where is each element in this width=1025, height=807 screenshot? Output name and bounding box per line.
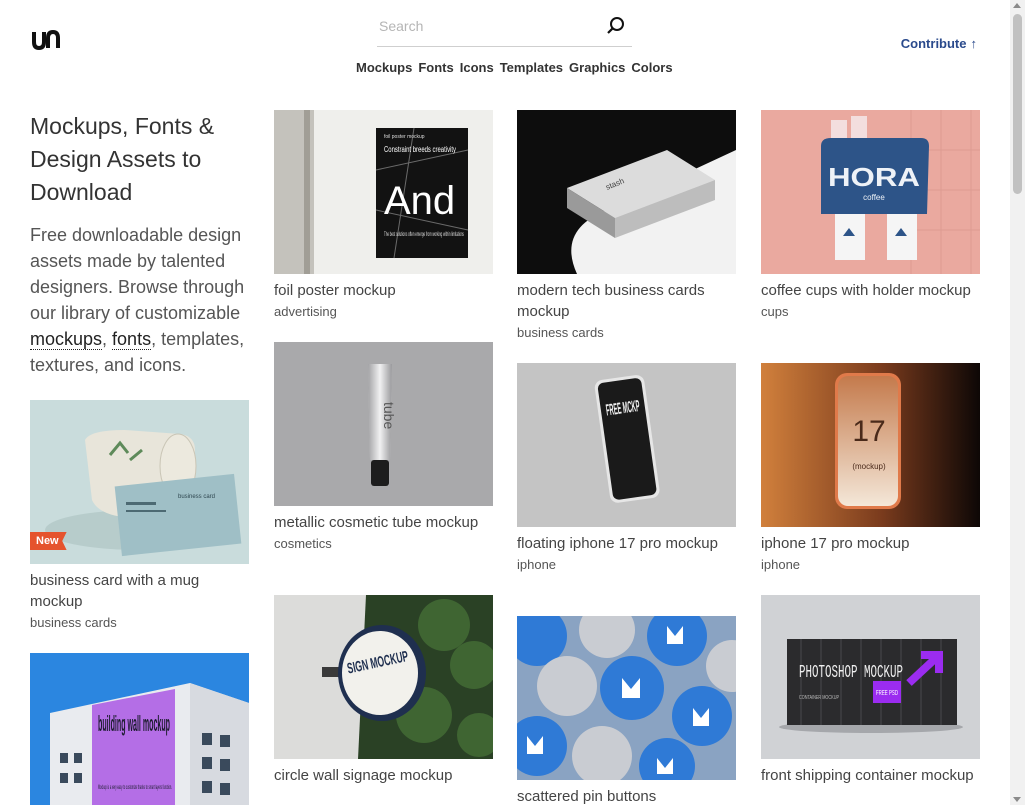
site-logo[interactable] (32, 28, 60, 52)
card-title[interactable]: business card with a mug mockup (30, 570, 249, 612)
phone-number: 17 (852, 415, 885, 448)
page-title: Mockups, Fonts & Design Assets to Downlo… (30, 113, 215, 205)
cup-brand: HORA (828, 162, 920, 192)
card-title[interactable]: floating iphone 17 pro mockup (517, 533, 736, 554)
nav-graphics[interactable]: Graphics (569, 60, 625, 75)
card-title[interactable]: metallic cosmetic tube mockup (274, 512, 493, 533)
mug-card-text: business card (178, 494, 215, 500)
card-thumbnail[interactable]: foil poster mockup Constraint breeds cre… (274, 110, 493, 274)
scroll-up-icon[interactable] (1013, 3, 1021, 8)
scroll-down-icon[interactable] (1013, 797, 1021, 802)
hero-comma: , (102, 329, 113, 349)
card-title[interactable]: modern tech business cards mockup (517, 280, 736, 322)
card-category[interactable]: business cards (30, 615, 249, 630)
contribute-label: Contribute (900, 36, 967, 51)
card-thumbnail[interactable]: 17 (mockup) (761, 363, 980, 527)
card-title[interactable]: coffee cups with holder mockup (761, 280, 980, 301)
new-badge: New (30, 532, 67, 550)
nav-icons[interactable]: Icons (460, 60, 494, 75)
scrollbar-thumb[interactable] (1013, 14, 1022, 194)
nav-fonts[interactable]: Fonts (418, 60, 453, 75)
card-thumbnail[interactable]: stash (517, 110, 736, 274)
arrow-up-icon: ↑ (970, 36, 978, 51)
building-text: building wall mockup (98, 711, 170, 736)
container-free: FREE PSD (876, 690, 898, 697)
mockups-link[interactable]: mockups (30, 329, 103, 350)
poster-headline: Constraint breeds creativity (384, 145, 456, 154)
card-category[interactable]: cosmetics (274, 536, 493, 551)
card-thumbnail[interactable]: building wall mockup Mockup is a very ea… (30, 653, 249, 805)
hero-text-1: Free downloadable design assets made by … (30, 225, 245, 323)
asset-card[interactable]: scattered pin buttons (517, 616, 736, 807)
search-input[interactable] (377, 17, 591, 35)
card-category[interactable]: business cards (517, 325, 736, 340)
asset-card[interactable]: foil poster mockup Constraint breeds cre… (274, 110, 493, 319)
card-thumbnail[interactable]: tube (274, 342, 493, 506)
contribute-link[interactable]: Contribute ↑ (901, 36, 977, 51)
card-thumbnail[interactable] (517, 616, 736, 780)
phone-sub: (mockup) (852, 462, 886, 471)
asset-card[interactable]: stash modern tech business cards mockup … (517, 110, 736, 340)
category-nav: Mockups Fonts Icons Templates Graphics C… (356, 60, 673, 75)
card-title[interactable]: iphone 17 pro mockup (761, 533, 980, 554)
asset-card[interactable]: SIGN MOCKUP circle wall signage mockup (274, 595, 493, 786)
poster-big-text: And (384, 179, 455, 223)
hero-description: Free downloadable design assets made by … (30, 222, 256, 378)
card-category[interactable]: advertising (274, 304, 493, 319)
asset-card[interactable]: tube metallic cosmetic tube mockup cosme… (274, 342, 493, 551)
card-title[interactable]: circle wall signage mockup (274, 765, 493, 786)
container-text: PHOTOSHOP MOCKUP (799, 663, 903, 683)
fonts-link[interactable]: fonts (112, 329, 152, 350)
asset-card[interactable]: HORA coffee coffee cups with holder mock… (761, 110, 980, 319)
card-thumbnail[interactable]: PHOTOSHOP MOCKUP FREE PSD CONTAINER MOCK… (761, 595, 980, 759)
poster-small-text: foil poster mockup (384, 134, 425, 140)
card-title[interactable]: front shipping container mockup (761, 765, 980, 786)
card-category[interactable]: iphone (761, 557, 980, 572)
nav-templates[interactable]: Templates (500, 60, 563, 75)
tube-label: tube (381, 402, 397, 429)
cup-sub: coffee (863, 193, 885, 202)
asset-card[interactable]: building wall mockup Mockup is a very ea… (30, 653, 249, 805)
card-title[interactable]: scattered pin buttons (517, 786, 736, 807)
asset-card[interactable]: 17 (mockup) iphone 17 pro mockup iphone (761, 363, 980, 572)
card-category[interactable]: iphone (517, 557, 736, 572)
poster-body: The best solutions often emerge from wor… (384, 232, 464, 238)
container-sub: CONTAINER MOCKUP (799, 695, 839, 701)
card-thumbnail[interactable]: business card New (30, 400, 249, 564)
building-body: Mockup is a very easy to customize thank… (98, 785, 172, 791)
search-bar (377, 10, 632, 47)
asset-card[interactable]: business card New business card with a m… (30, 400, 249, 630)
search-icon[interactable] (606, 16, 626, 36)
scrollbar[interactable] (1010, 0, 1025, 805)
nav-mockups[interactable]: Mockups (356, 60, 412, 75)
nav-colors[interactable]: Colors (631, 60, 672, 75)
asset-card[interactable]: PHOTOSHOP MOCKUP FREE PSD CONTAINER MOCK… (761, 595, 980, 786)
card-thumbnail[interactable]: SIGN MOCKUP (274, 595, 493, 759)
card-title[interactable]: foil poster mockup (274, 280, 493, 301)
card-thumbnail[interactable]: FREE MCKP (517, 363, 736, 527)
card-category[interactable]: cups (761, 304, 980, 319)
asset-card[interactable]: FREE MCKP floating iphone 17 pro mockup … (517, 363, 736, 572)
card-thumbnail[interactable]: HORA coffee (761, 110, 980, 274)
